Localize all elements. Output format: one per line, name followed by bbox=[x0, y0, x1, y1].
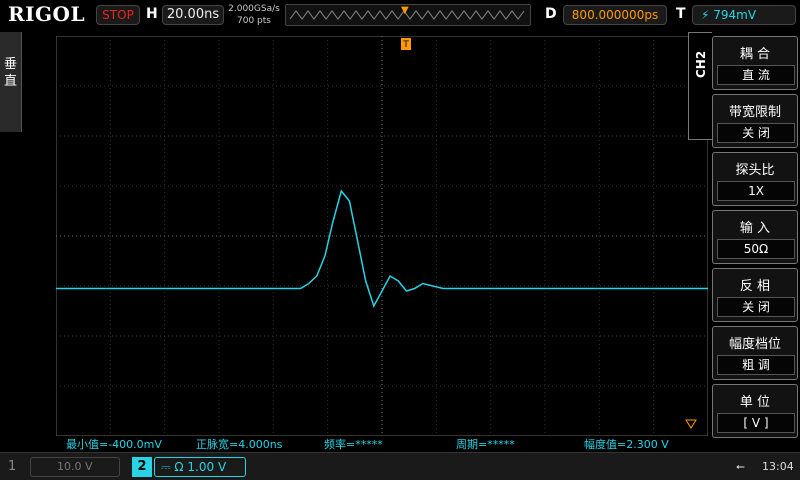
trigger-position-marker-icon: ▼ bbox=[401, 5, 409, 16]
menu-unit[interactable]: 单 位 ◀ [ V ] bbox=[712, 384, 798, 438]
trigger-level-marker-icon bbox=[685, 419, 697, 429]
menu-probe-title: 探头比 bbox=[735, 163, 775, 178]
trigger-label: T bbox=[676, 6, 686, 22]
measurement-bar: 最小值=-400.0mV 正脉宽=4.000ns 频率=***** 周期=***… bbox=[56, 436, 708, 451]
memory-position-bar[interactable]: ▼ bbox=[285, 4, 531, 26]
channel-status-bar: 1 10.0 V 2 ⎓ Ω 1.00 V ⭠ 13:04 bbox=[0, 452, 800, 480]
ch2-number[interactable]: 2 bbox=[132, 457, 152, 477]
trigger-level-box[interactable]: ⚡ 794mV bbox=[692, 5, 796, 25]
trigger-marker-top-icon: T bbox=[401, 38, 411, 50]
menu-invert-value: 关 闭 bbox=[717, 297, 795, 317]
menu-invert-title: 反 相 bbox=[739, 279, 771, 294]
ch1-number[interactable]: 1 bbox=[8, 459, 16, 474]
menu-coupling-title: 耦 合 bbox=[739, 47, 771, 62]
menu-input-title: 输 入 bbox=[739, 221, 771, 236]
channel-menu: 耦 合 ◀ 直 流 带宽限制 ◀ 关 闭 探头比 ◀ 1X 输 入 50Ω 反 … bbox=[712, 34, 798, 440]
dc-coupling-icon: ⎓ bbox=[161, 460, 171, 474]
ch1-scale-box[interactable]: 10.0 V bbox=[30, 457, 120, 477]
memory-depth: 700 pts bbox=[237, 16, 271, 26]
timebase-value[interactable]: 20.00ns bbox=[162, 5, 224, 25]
menu-probe-value: 1X bbox=[717, 181, 795, 201]
svg-text:T: T bbox=[402, 40, 409, 50]
menu-input-impedance[interactable]: 输 入 50Ω bbox=[712, 210, 798, 264]
menu-volts-scale[interactable]: 幅度档位 粗 调 bbox=[712, 326, 798, 380]
brand-logo: RIGOL bbox=[8, 2, 86, 26]
rising-edge-icon: ⚡ bbox=[701, 8, 710, 22]
menu-unit-title: 单 位 bbox=[739, 395, 771, 410]
trigger-level-value: 794mV bbox=[713, 8, 757, 22]
horizontal-label: H bbox=[146, 6, 158, 22]
measure-pos-width: 正脉宽=4.000ns bbox=[196, 438, 283, 451]
ch2-scale-box[interactable]: ⎓ Ω 1.00 V bbox=[154, 457, 246, 477]
sample-rate: 2.000GSa/s bbox=[228, 4, 280, 14]
menu-unit-value: [ V ] bbox=[717, 413, 795, 433]
waveform-display[interactable]: T 2 bbox=[56, 36, 708, 436]
menu-bandwidth-title: 带宽限制 bbox=[728, 105, 781, 120]
grid-lines bbox=[56, 36, 708, 436]
menu-scale-value: 粗 调 bbox=[717, 355, 795, 375]
menu-coupling-value: 直 流 bbox=[717, 65, 795, 85]
menu-probe-ratio[interactable]: 探头比 ◀ 1X bbox=[712, 152, 798, 206]
delay-label: D bbox=[545, 6, 557, 22]
delay-value[interactable]: 800.000000ps bbox=[563, 5, 667, 25]
ch2-scale: 1.00 V bbox=[187, 460, 227, 474]
measure-frequency: 频率=***** bbox=[324, 438, 383, 451]
measure-min: 最小值=-400.0mV bbox=[66, 438, 162, 451]
ch2-menu-tab[interactable]: CH2 bbox=[688, 32, 712, 140]
menu-bandwidth-limit[interactable]: 带宽限制 ◀ 关 闭 bbox=[712, 94, 798, 148]
ch2-impedance-symbol: Ω bbox=[174, 460, 184, 474]
usb-icon: ⭠ bbox=[736, 460, 745, 473]
clock-time: 13:04 bbox=[762, 460, 794, 473]
menu-scale-title: 幅度档位 bbox=[728, 337, 781, 352]
ch1-scale: 10.0 V bbox=[57, 460, 93, 473]
vertical-menu-tab[interactable]: 垂直 bbox=[0, 32, 22, 132]
menu-input-value: 50Ω bbox=[717, 239, 795, 259]
menu-coupling[interactable]: 耦 合 ◀ 直 流 bbox=[712, 36, 798, 90]
sample-info: 2.000GSa/s 700 pts bbox=[228, 3, 280, 27]
run-stop-indicator[interactable]: STOP bbox=[96, 5, 140, 25]
top-status-bar: RIGOL STOP H 20.00ns 2.000GSa/s 700 pts … bbox=[0, 0, 800, 30]
menu-bandwidth-value: 关 闭 bbox=[717, 123, 795, 143]
measure-period: 周期=***** bbox=[456, 438, 515, 451]
menu-invert[interactable]: 反 相 ◀ 关 闭 bbox=[712, 268, 798, 322]
measure-amplitude: 幅度值=2.300 V bbox=[584, 438, 669, 451]
